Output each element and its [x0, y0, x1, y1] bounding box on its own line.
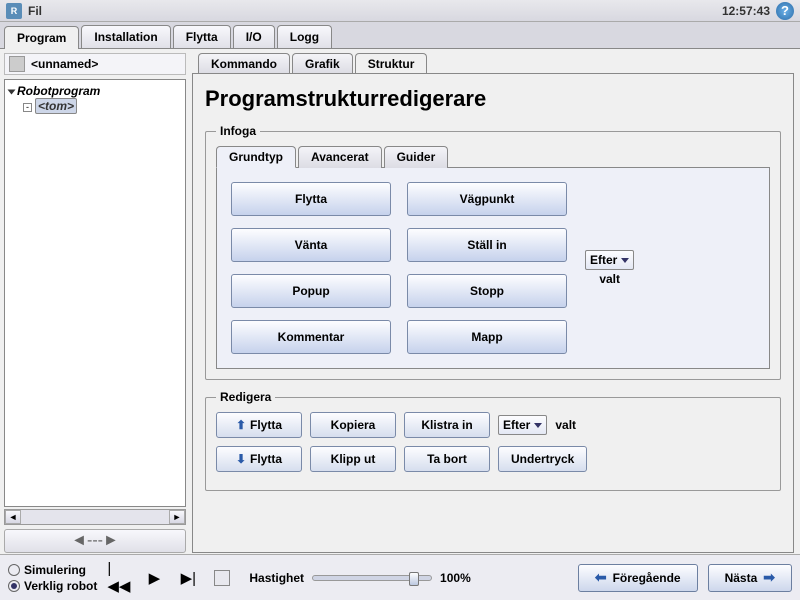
insert-group: Infoga Grundtyp Avancerat Guider Flytta …	[205, 124, 781, 380]
subtab-struktur[interactable]: Struktur	[355, 53, 428, 74]
insert-vagpunkt-button[interactable]: Vägpunkt	[407, 182, 567, 216]
real-radio[interactable]: Verklig robot	[8, 579, 97, 593]
move-down-button[interactable]: ⬇Flytta	[216, 446, 302, 472]
stop-button[interactable]	[209, 567, 235, 589]
main-tabs: Program Installation Flytta I/O Logg	[0, 22, 800, 49]
suppress-button[interactable]: Undertryck	[498, 446, 587, 472]
rewind-button[interactable]: |◀◀	[107, 567, 133, 589]
tab-program[interactable]: Program	[4, 26, 79, 49]
tab-logg[interactable]: Logg	[277, 25, 332, 48]
edit-legend: Redigera	[216, 390, 275, 404]
insert-kommentar-button[interactable]: Kommentar	[231, 320, 391, 354]
arrow-left-icon: ⬅	[595, 569, 607, 586]
edit-group: Redigera ⬆Flytta Kopiera Klistra in Efte…	[205, 390, 781, 491]
disk-icon[interactable]	[9, 56, 25, 72]
edit-position-label: valt	[555, 418, 576, 432]
scroll-right-icon[interactable]: ►	[169, 510, 185, 524]
tab-installation[interactable]: Installation	[81, 25, 170, 48]
scroll-left-icon[interactable]: ◄	[5, 510, 21, 524]
copy-button[interactable]: Kopiera	[310, 412, 396, 438]
arrow-down-icon: ⬇	[236, 452, 246, 466]
clock: 12:57:43	[722, 4, 770, 18]
tree-hscroll[interactable]: ◄ ►	[4, 509, 186, 525]
insert-tab-avancerat[interactable]: Avancerat	[298, 146, 382, 168]
insert-stallin-button[interactable]: Ställ in	[407, 228, 567, 262]
speed-value: 100%	[440, 571, 471, 585]
tree-expand-icon[interactable]	[8, 89, 16, 94]
prev-button[interactable]: ⬅Föregående	[578, 564, 698, 592]
speed-label: Hastighet	[249, 571, 304, 585]
subtab-kommando[interactable]: Kommando	[198, 53, 290, 74]
editor-title: Programstrukturredigerare	[205, 86, 781, 112]
scroll-track[interactable]	[21, 510, 169, 524]
program-tree[interactable]: Robotprogram -<tom>	[4, 79, 186, 507]
play-button[interactable]: ▶	[141, 567, 167, 589]
subtab-grafik[interactable]: Grafik	[292, 53, 353, 74]
insert-position-label: valt	[585, 272, 634, 286]
file-name: <unnamed>	[31, 57, 98, 71]
chevron-down-icon	[621, 258, 629, 263]
file-bar: <unnamed>	[4, 53, 186, 75]
tab-flytta[interactable]: Flytta	[173, 25, 231, 48]
slider-thumb[interactable]	[409, 572, 419, 586]
insert-position-select[interactable]: Efter	[585, 250, 634, 270]
sub-tabs: Kommando Grafik Struktur	[192, 53, 794, 74]
paste-button[interactable]: Klistra in	[404, 412, 490, 438]
step-button[interactable]: ▶|	[175, 567, 201, 589]
arrow-right-icon: ➡	[763, 569, 775, 586]
insert-legend: Infoga	[216, 124, 260, 138]
menu-file[interactable]: Fil	[28, 4, 42, 18]
tree-collapse-icon[interactable]: -	[23, 103, 32, 112]
speed-slider[interactable]	[312, 575, 432, 581]
insert-vanta-button[interactable]: Vänta	[231, 228, 391, 262]
arrow-up-icon: ⬆	[236, 418, 246, 432]
app-logo: R	[6, 3, 22, 19]
insert-tab-guider[interactable]: Guider	[384, 146, 449, 168]
help-icon[interactable]: ?	[776, 2, 794, 20]
cut-button[interactable]: Klipp ut	[310, 446, 396, 472]
move-up-button[interactable]: ⬆Flytta	[216, 412, 302, 438]
next-button[interactable]: Nästa➡	[708, 564, 792, 592]
tree-root[interactable]: Robotprogram	[17, 84, 100, 98]
tab-io[interactable]: I/O	[233, 25, 275, 48]
insert-popup-button[interactable]: Popup	[231, 274, 391, 308]
insert-mapp-button[interactable]: Mapp	[407, 320, 567, 354]
edit-position-select[interactable]: Efter	[498, 415, 547, 435]
tree-child[interactable]: <tom>	[35, 98, 77, 114]
delete-button[interactable]: Ta bort	[404, 446, 490, 472]
insert-flytta-button[interactable]: Flytta	[231, 182, 391, 216]
sim-radio[interactable]: Simulering	[8, 563, 97, 577]
insert-stopp-button[interactable]: Stopp	[407, 274, 567, 308]
chevron-down-icon	[534, 423, 542, 428]
insert-tab-grundtyp[interactable]: Grundtyp	[216, 146, 296, 168]
jog-control[interactable]: ◄---►	[4, 529, 186, 553]
